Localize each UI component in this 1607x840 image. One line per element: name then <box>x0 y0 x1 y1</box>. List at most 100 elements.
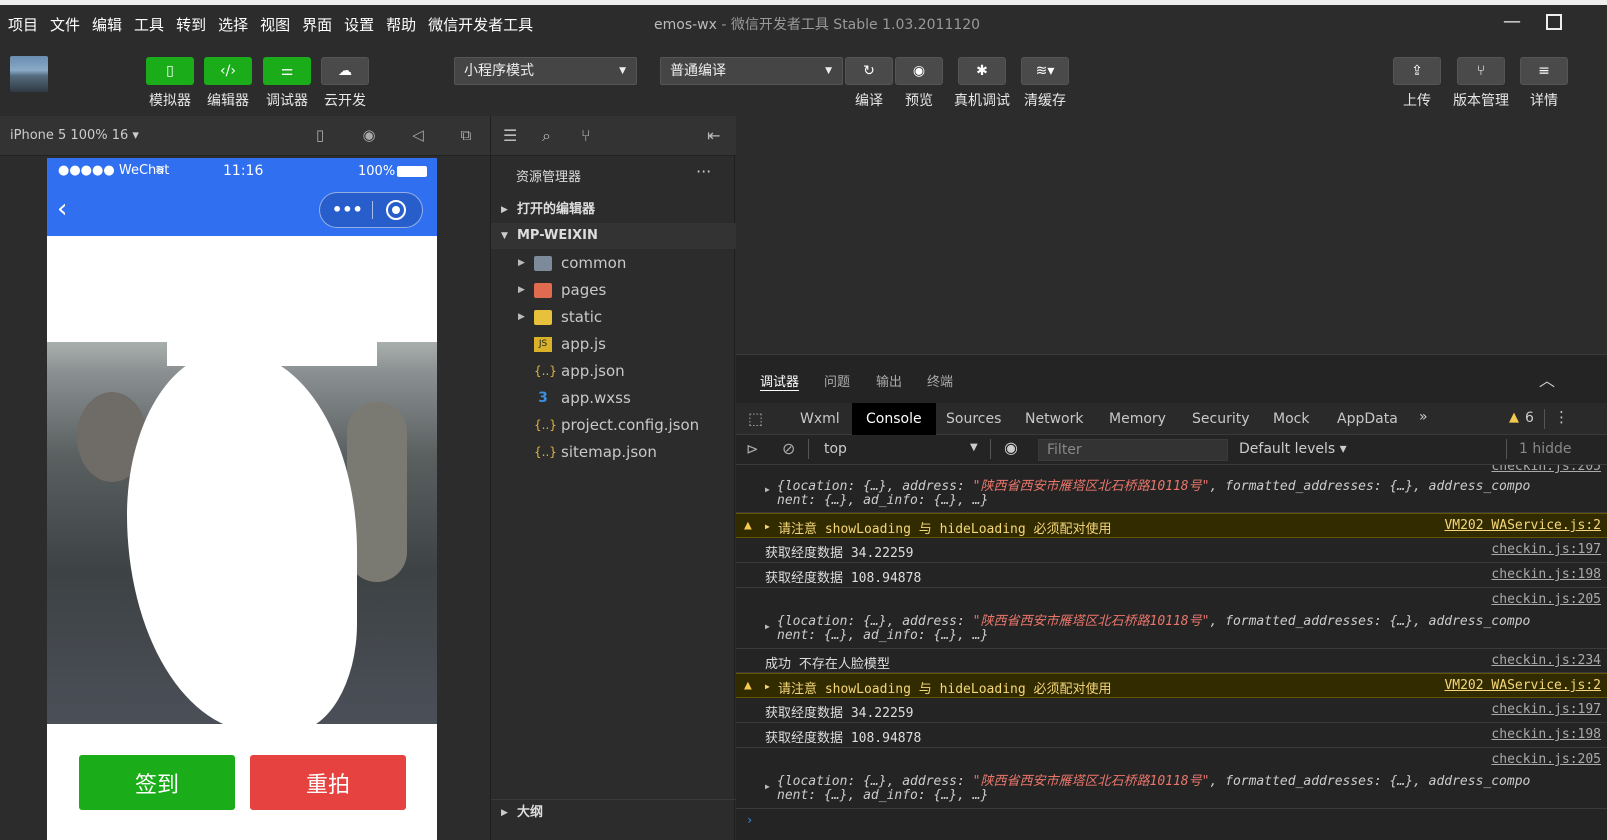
tab-debugger[interactable]: 调试器 <box>760 371 800 391</box>
menu-item-settings[interactable]: 设置 <box>336 14 378 35</box>
preview-button[interactable]: ◉ <box>895 57 943 85</box>
caret-down-icon[interactable]: ▼ <box>970 442 978 453</box>
tab-security[interactable]: Security <box>1178 403 1264 435</box>
checkin-button[interactable]: 签到 <box>79 755 235 810</box>
warning-row[interactable]: ▲ ▶ 请注意 showLoading 与 hideLoading 必须配对使用… <box>736 513 1607 538</box>
log-row[interactable]: checkin.js:205 ▶ {location: {…}, address… <box>736 748 1607 809</box>
menu-item-select[interactable]: 选择 <box>210 14 252 35</box>
cloud-dev-button[interactable]: ☁ <box>321 57 369 85</box>
tab-output[interactable]: 输出 <box>876 371 902 390</box>
menu-item-view[interactable]: 视图 <box>252 14 294 35</box>
mode-select[interactable]: 小程序模式 ▼ <box>454 57 637 85</box>
expand-icon[interactable]: ▶ <box>765 782 770 791</box>
log-object-text: {location: {…}, address: <box>777 479 973 494</box>
tab-terminal[interactable]: 终端 <box>927 371 953 390</box>
tree-item-app-wxss[interactable]: 3 app.wxss <box>491 385 736 412</box>
menu-item-help[interactable]: 帮助 <box>378 14 420 35</box>
source-link[interactable]: VM202 WAService.js:2 <box>1444 678 1601 693</box>
inspect-icon[interactable]: ⬚ <box>748 409 763 428</box>
kebab-menu-icon[interactable]: ⋮ <box>1554 408 1569 426</box>
warning-row[interactable]: ▲ ▶ 请注意 showLoading 与 hideLoading 必须配对使用… <box>736 673 1607 698</box>
more-icon[interactable]: ··· <box>696 162 711 181</box>
back-icon[interactable]: ‹ <box>57 194 67 224</box>
simulator-button[interactable]: ▯ <box>146 57 194 85</box>
tree-item-pages[interactable]: ▶ pages <box>491 277 736 304</box>
source-link[interactable]: VM202 WAService.js:2 <box>1444 518 1601 533</box>
device-select[interactable]: iPhone 5 100% 16 ▾ <box>10 128 139 143</box>
open-editors-section[interactable]: ▶ 打开的编辑器 <box>491 197 736 223</box>
list-icon[interactable]: ☰ <box>503 126 517 145</box>
menu-item-wechat-devtools[interactable]: 微信开发者工具 <box>420 14 537 35</box>
tree-item-static[interactable]: ▶ static <box>491 304 736 331</box>
search-icon[interactable]: ⌕ <box>542 126 551 146</box>
clear-cache-button[interactable]: ≋▾ <box>1021 57 1069 85</box>
log-row[interactable]: checkin.js:205 ▶ {location: {…}, address… <box>736 465 1607 513</box>
source-link[interactable]: checkin.js:198 <box>1491 567 1601 582</box>
tree-item-app-js[interactable]: JS app.js <box>491 331 736 358</box>
minimize-icon[interactable]: — <box>1502 12 1522 32</box>
speaker-icon[interactable]: ◁ <box>408 126 428 144</box>
warning-count[interactable]: 6 <box>1525 410 1534 426</box>
menu-item-edit[interactable]: 编辑 <box>84 14 126 35</box>
source-link[interactable]: checkin.js:197 <box>1491 702 1601 717</box>
tree-item-project-config[interactable]: {..} project.config.json <box>491 412 736 439</box>
outline-section[interactable]: ▶ 大纲 <box>491 799 736 825</box>
source-link[interactable]: checkin.js:205 <box>1491 592 1601 607</box>
editor-button[interactable]: ‹/› <box>204 57 252 85</box>
record-icon[interactable]: ◉ <box>359 126 379 144</box>
expand-icon[interactable]: ▶ <box>765 485 770 494</box>
source-link[interactable]: checkin.js:234 <box>1491 653 1601 668</box>
menu-item-interface[interactable]: 界面 <box>294 14 336 35</box>
close-miniprogram-icon[interactable] <box>386 200 406 220</box>
branch-icon[interactable]: ⑂ <box>581 126 591 145</box>
tab-wxml[interactable]: Wxml <box>786 403 854 435</box>
layers-icon: ≋▾ <box>1035 63 1055 79</box>
tree-item-sitemap[interactable]: {..} sitemap.json <box>491 439 736 466</box>
remote-debug-button[interactable]: ✱ <box>958 57 1006 85</box>
expand-icon[interactable]: ▶ <box>765 622 770 631</box>
source-link[interactable]: checkin.js:205 <box>1491 752 1601 767</box>
expand-icon[interactable]: ▶ <box>765 682 770 691</box>
menu-item-file[interactable]: 文件 <box>42 14 84 35</box>
more-icon[interactable]: ••• <box>332 200 363 219</box>
tab-sources[interactable]: Sources <box>932 403 1015 435</box>
tab-mock[interactable]: Mock <box>1259 403 1323 435</box>
menu-item-tools[interactable]: 工具 <box>126 14 168 35</box>
context-select[interactable]: top <box>824 441 847 457</box>
chevron-up-icon[interactable]: ︿ <box>1539 367 1555 391</box>
collapse-panel-icon[interactable]: ⇤ <box>707 126 720 145</box>
popout-icon[interactable]: ⧉ <box>456 126 476 144</box>
source-link[interactable]: checkin.js:205 <box>1491 465 1601 474</box>
source-link[interactable]: checkin.js:197 <box>1491 542 1601 557</box>
tab-network[interactable]: Network <box>1011 403 1097 435</box>
compile-mode-select[interactable]: 普通编译 ▼ <box>660 57 843 85</box>
expand-icon[interactable]: ▶ <box>765 522 770 531</box>
details-button[interactable]: ≡ <box>1520 57 1568 85</box>
project-section[interactable]: ▼ MP-WEIXIN <box>491 223 736 249</box>
clear-console-icon[interactable]: ⊘ <box>782 439 795 458</box>
sidebar-toggle-icon[interactable]: ⊳ <box>746 440 759 458</box>
tab-console[interactable]: Console <box>852 403 936 435</box>
log-levels-select[interactable]: Default levels ▾ <box>1239 441 1347 457</box>
phone-icon[interactable]: ▯ <box>310 126 330 144</box>
version-button[interactable]: ⑂ <box>1457 57 1505 85</box>
eye-icon[interactable]: ◉ <box>1004 438 1018 457</box>
menu-item-goto[interactable]: 转到 <box>168 14 210 35</box>
menu-item-project[interactable]: 项目 <box>0 14 42 35</box>
avatar[interactable] <box>10 56 48 92</box>
source-link[interactable]: checkin.js:198 <box>1491 727 1601 742</box>
retake-button[interactable]: 重拍 <box>250 755 406 810</box>
tab-memory[interactable]: Memory <box>1095 403 1180 435</box>
console-filter-input[interactable]: Filter <box>1038 439 1228 461</box>
tab-appdata[interactable]: AppData <box>1323 403 1412 435</box>
compile-button[interactable]: ↻ <box>845 57 893 85</box>
log-row[interactable]: checkin.js:205 ▶ {location: {…}, address… <box>736 588 1607 649</box>
tab-problems[interactable]: 问题 <box>824 371 850 390</box>
maximize-icon[interactable] <box>1546 14 1562 30</box>
debugger-button[interactable]: ⚌ <box>263 57 311 85</box>
tree-item-common[interactable]: ▶ common <box>491 250 736 277</box>
console-prompt-icon[interactable]: › <box>746 813 753 827</box>
tree-item-app-json[interactable]: {..} app.json <box>491 358 736 385</box>
upload-button[interactable]: ⇪ <box>1393 57 1441 85</box>
more-tabs-icon[interactable]: » <box>1419 409 1428 425</box>
